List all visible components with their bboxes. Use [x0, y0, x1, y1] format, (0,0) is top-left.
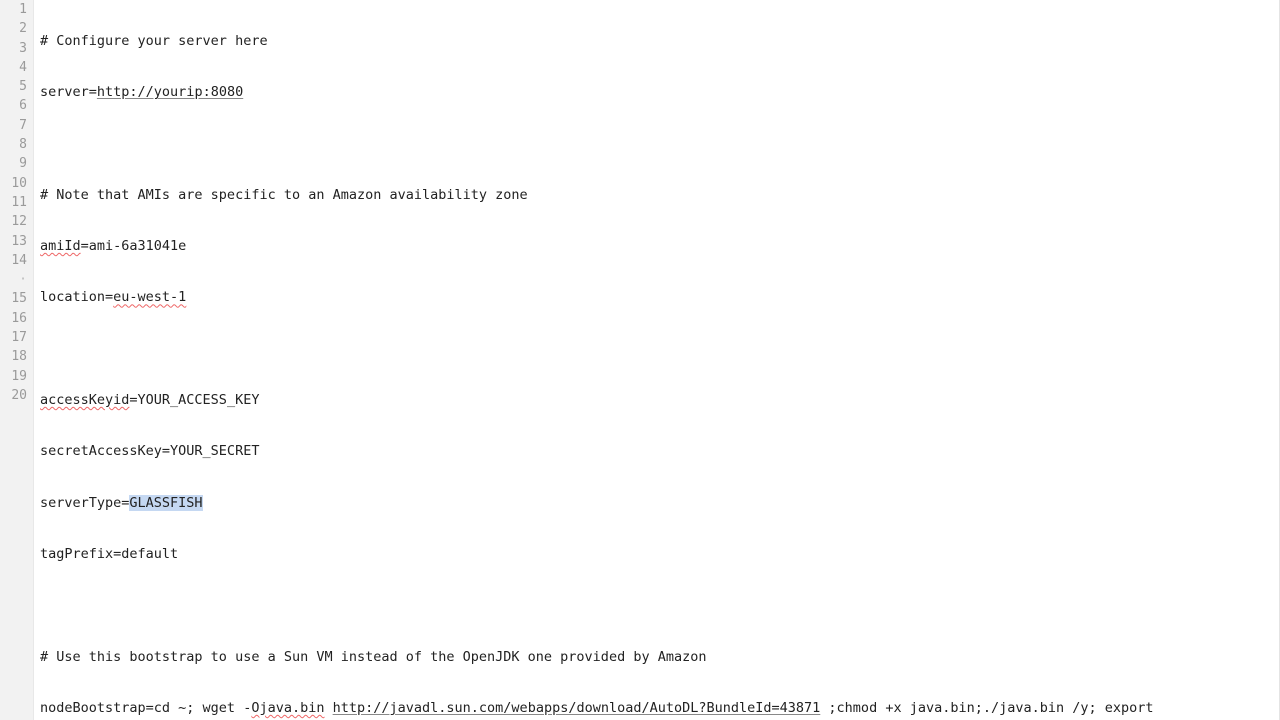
code-line[interactable]: serverType=GLASSFISH	[40, 494, 1279, 513]
code-line[interactable]: nodeBootstrap=cd ~; wget -Ojava.bin http…	[40, 699, 1279, 718]
text-selection[interactable]: GLASSFISH	[129, 495, 202, 511]
code-line[interactable]	[40, 596, 1279, 615]
download-url[interactable]: http://javadl.sun.com/webapps/download/A…	[333, 700, 821, 716]
server-url[interactable]: http://yourip:8080	[97, 84, 243, 100]
code-line[interactable]: accessKeyid=YOUR_ACCESS_KEY	[40, 391, 1279, 410]
code-line[interactable]: server=http://yourip:8080	[40, 83, 1279, 102]
code-area[interactable]: # Configure your server here server=http…	[34, 0, 1279, 720]
line-number: 16	[0, 309, 27, 328]
line-number: 4	[0, 58, 27, 77]
line-number: 10	[0, 174, 27, 193]
line-number: 5	[0, 77, 27, 96]
code-line[interactable]: amiId=ami-6a31041e	[40, 237, 1279, 256]
wrap-indicator-icon: ·	[0, 270, 27, 289]
line-number: 12	[0, 212, 27, 231]
line-number: 8	[0, 135, 27, 154]
line-number: 2	[0, 19, 27, 38]
line-number: 3	[0, 39, 27, 58]
line-number: 13	[0, 232, 27, 251]
code-line[interactable]: location=eu-west-1	[40, 288, 1279, 307]
line-number-gutter: 1 2 3 4 5 6 7 8 9 10 11 12 13 14 · 15 16…	[0, 0, 34, 720]
code-line[interactable]: # Use this bootstrap to use a Sun VM ins…	[40, 648, 1279, 667]
line-number: 11	[0, 193, 27, 212]
code-line[interactable]	[40, 340, 1279, 359]
code-line[interactable]	[40, 135, 1279, 154]
line-number: 17	[0, 328, 27, 347]
code-line[interactable]: # Note that AMIs are specific to an Amaz…	[40, 186, 1279, 205]
code-editor[interactable]: 1 2 3 4 5 6 7 8 9 10 11 12 13 14 · 15 16…	[0, 0, 1280, 720]
line-number: 14	[0, 251, 27, 270]
line-number: 19	[0, 367, 27, 386]
code-line[interactable]: # Configure your server here	[40, 32, 1279, 51]
line-number: 6	[0, 96, 27, 115]
line-number: 9	[0, 154, 27, 173]
line-number: 18	[0, 347, 27, 366]
line-number: 1	[0, 0, 27, 19]
code-line[interactable]: secretAccessKey=YOUR_SECRET	[40, 442, 1279, 461]
code-line[interactable]: tagPrefix=default	[40, 545, 1279, 564]
line-number: 7	[0, 116, 27, 135]
line-number: 15	[0, 289, 27, 308]
line-number: 20	[0, 386, 27, 405]
